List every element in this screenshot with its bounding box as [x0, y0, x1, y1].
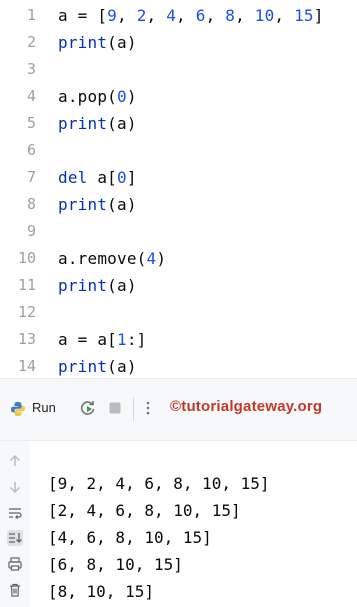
- scroll-to-end-icon[interactable]: [7, 530, 23, 546]
- trash-icon[interactable]: [7, 582, 23, 598]
- code-number: 6: [195, 6, 206, 25]
- code-text: ,: [176, 6, 196, 25]
- code-text: (a): [107, 276, 137, 295]
- code-editor[interactable]: 1 2 3 4 5 6 7 8 9 10 11 12 13 14 a = [9, 2, 4, 6, 8, …: [0, 0, 357, 378]
- code-line[interactable]: print(a): [58, 110, 137, 137]
- code-keyword: print: [58, 33, 108, 52]
- code-number: 2: [136, 6, 147, 25]
- arrow-up-icon[interactable]: [7, 453, 23, 469]
- code-text: ): [156, 249, 167, 268]
- code-text: :]: [126, 330, 147, 349]
- output-line: [6, 8, 10, 15]: [48, 555, 183, 574]
- stop-icon[interactable]: [106, 399, 124, 417]
- code-line[interactable]: print(a): [58, 191, 137, 218]
- code-text: (a): [107, 33, 137, 52]
- code-text: ,: [146, 6, 167, 25]
- code-text: ,: [235, 6, 255, 25]
- code-keyword: print: [58, 195, 108, 214]
- code-text: ,: [274, 6, 295, 25]
- line-number: 14: [17, 357, 36, 375]
- line-number: 2: [26, 33, 36, 51]
- print-icon[interactable]: [7, 556, 23, 572]
- code-text: (a): [107, 195, 137, 214]
- code-line[interactable]: del a[0]: [58, 164, 137, 191]
- watermark-brand: ©tutorialgateway.org: [170, 398, 323, 415]
- line-number: 9: [26, 222, 36, 240]
- line-number: 13: [17, 330, 36, 348]
- output-line: [9, 2, 4, 6, 8, 10, 15]: [48, 474, 270, 493]
- line-number: 6: [26, 141, 36, 159]
- code-line[interactable]: print(a): [58, 272, 137, 299]
- line-number: 8: [26, 195, 36, 213]
- code-keyword: print: [58, 276, 108, 295]
- code-text: ,: [117, 6, 137, 25]
- code-text: a.pop(: [58, 87, 117, 106]
- python-icon: [10, 401, 26, 417]
- code-number: 4: [146, 249, 157, 268]
- code-keyword: del: [58, 168, 88, 187]
- console-sidebar: [0, 441, 30, 607]
- line-number: 5: [26, 114, 36, 132]
- line-number: 3: [26, 60, 36, 78]
- code-text: ): [126, 87, 137, 106]
- run-toolbar: Run ©tutorialgateway.org: [0, 379, 357, 441]
- code-number: 10: [254, 6, 275, 25]
- line-number-gutter: 1 2 3 4 5 6 7 8 9 10 11 12 13 14: [0, 0, 46, 378]
- rerun-icon[interactable]: [79, 399, 97, 417]
- soft-wrap-icon[interactable]: [7, 505, 23, 521]
- code-keyword: print: [58, 114, 108, 133]
- output-line: [8, 10, 15]: [48, 582, 154, 601]
- code-number: 0: [117, 168, 127, 187]
- code-line[interactable]: a.pop(0): [58, 83, 137, 110]
- code-line[interactable]: print(a): [58, 353, 137, 380]
- output-line: [2, 4, 6, 8, 10, 15]: [48, 501, 241, 520]
- code-text: a.remove(: [58, 249, 147, 268]
- line-number: 4: [26, 87, 36, 105]
- code-text: ,: [205, 6, 226, 25]
- line-number: 11: [17, 276, 36, 294]
- code-number: 0: [117, 87, 127, 106]
- line-number: 12: [17, 303, 36, 321]
- code-text: a[: [87, 168, 117, 187]
- code-text: (a): [107, 357, 137, 376]
- code-text: ]: [313, 6, 324, 25]
- code-number: 15: [294, 6, 314, 25]
- code-number: 9: [107, 6, 118, 25]
- more-options-icon[interactable]: [139, 399, 157, 417]
- toolbar-separator: [133, 397, 134, 421]
- code-keyword: print: [58, 357, 108, 376]
- code-line[interactable]: a = a[1:]: [58, 326, 147, 353]
- code-number: 4: [166, 6, 177, 25]
- line-number: 10: [17, 249, 36, 267]
- run-tab-label[interactable]: Run: [32, 400, 56, 415]
- arrow-down-icon[interactable]: [7, 479, 23, 495]
- line-number: 7: [26, 168, 36, 186]
- line-number: 1: [26, 6, 36, 24]
- output-line: [4, 6, 8, 10, 15]: [48, 528, 212, 547]
- code-text: a = [: [58, 6, 108, 25]
- code-line[interactable]: a.remove(4): [58, 245, 166, 272]
- code-line[interactable]: a = [9, 2, 4, 6, 8, 10, 15]: [58, 2, 324, 29]
- code-number: 1: [117, 330, 127, 349]
- code-number: 8: [225, 6, 236, 25]
- code-text: a = a[: [58, 330, 117, 349]
- code-text: (a): [107, 114, 137, 133]
- code-line[interactable]: print(a): [58, 29, 137, 56]
- code-text: ]: [126, 168, 137, 187]
